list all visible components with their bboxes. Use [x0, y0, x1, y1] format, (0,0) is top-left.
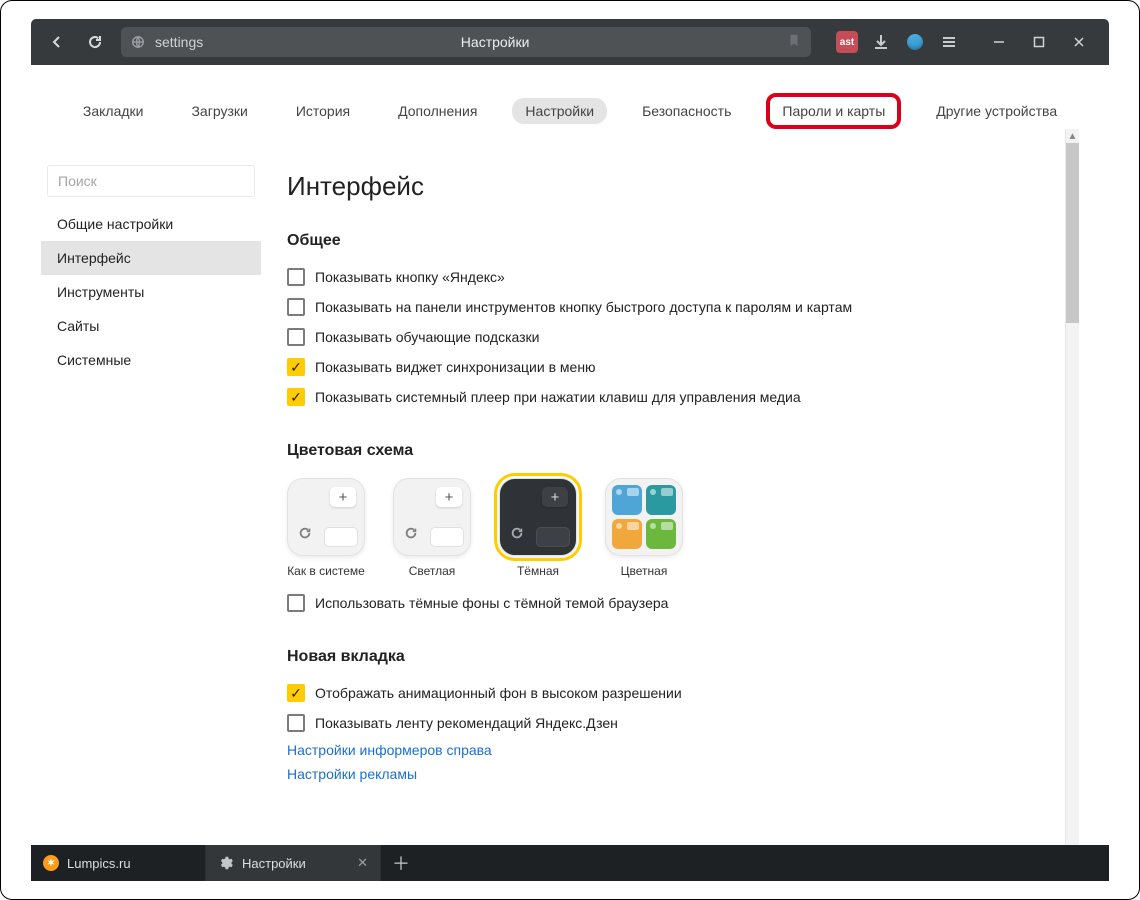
topnav-downloads[interactable]: Загрузки [178, 98, 260, 124]
sidebar-item-system[interactable]: Системные [41, 343, 261, 377]
plus-icon: + [330, 487, 356, 507]
color-grid [606, 479, 682, 555]
sidebar-item-interface[interactable]: Интерфейс [41, 241, 261, 275]
tab-label: Lumpics.ru [67, 856, 131, 871]
sidebar-item-tools[interactable]: Инструменты [41, 275, 261, 309]
tab-bar: ✶ Lumpics.ru Настройки ✕ ＋ [31, 845, 1109, 881]
reload-icon [404, 526, 418, 545]
menu-button[interactable] [935, 28, 963, 56]
url-title-text: Настройки [213, 34, 777, 50]
checkbox-icon: ✓ [287, 358, 305, 376]
theme-preview: + [287, 478, 365, 556]
checkbox-general-2[interactable]: Показывать обучающие подсказки [287, 322, 1083, 352]
panel-title: Интерфейс [287, 171, 1083, 202]
checkbox-dark-backgrounds[interactable]: Использовать тёмные фоны с тёмной темой … [287, 588, 1083, 618]
topnav-addons[interactable]: Дополнения [385, 98, 490, 124]
scrollbar-thumb[interactable] [1066, 143, 1079, 323]
tab-favicon-gear-icon [218, 855, 234, 871]
new-tab-button[interactable]: ＋ [381, 845, 421, 881]
tab-label: Настройки [242, 856, 306, 871]
tab-shape [430, 527, 464, 547]
checkbox-icon [287, 268, 305, 286]
checkbox-label: Показывать ленту рекомендаций Яндекс.Дзе… [315, 715, 618, 731]
extension-lastfm-icon[interactable]: ast [833, 28, 861, 56]
checkbox-icon [287, 714, 305, 732]
checkbox-label: Показывать кнопку «Яндекс» [315, 269, 505, 285]
topnav-other-devices[interactable]: Другие устройства [923, 98, 1070, 124]
address-bar[interactable]: settings Настройки [121, 27, 811, 57]
nav-back-button[interactable] [41, 26, 73, 58]
checkbox-icon [287, 594, 305, 612]
titlebar: settings Настройки ast [31, 19, 1109, 65]
topnav-settings[interactable]: Настройки [512, 98, 607, 124]
checkbox-label: Использовать тёмные фоны с тёмной темой … [315, 595, 668, 611]
main-panel: Интерфейс Общее Показывать кнопку «Яндек… [271, 155, 1099, 899]
theme-card-2[interactable]: + Тёмная [499, 478, 577, 578]
tab-lumpics[interactable]: ✶ Lumpics.ru [31, 845, 206, 881]
section-heading-theme: Цветовая схема [287, 442, 1083, 460]
search-placeholder-text: Поиск [58, 173, 97, 189]
search-input[interactable]: Поиск [47, 165, 255, 197]
bookmark-icon[interactable] [787, 33, 801, 52]
topnav-history[interactable]: История [283, 98, 363, 124]
theme-label: Как в системе [287, 564, 365, 578]
scrollbar-arrow-up-icon[interactable]: ▲ [1066, 129, 1079, 143]
checkbox-label: Показывать виджет синхронизации в меню [315, 359, 596, 375]
checkbox-general-3[interactable]: ✓ Показывать виджет синхронизации в меню [287, 352, 1083, 382]
tab-shape [536, 527, 570, 547]
theme-label: Светлая [409, 564, 456, 578]
downloads-icon[interactable] [867, 28, 895, 56]
settings-sidebar: Поиск Общие настройки Интерфейс Инструме… [41, 155, 261, 899]
checkbox-general-4[interactable]: ✓ Показывать системный плеер при нажатии … [287, 382, 1083, 412]
sidebar-item-sites[interactable]: Сайты [41, 309, 261, 343]
theme-preview [605, 478, 683, 556]
site-identity-icon [131, 35, 145, 49]
checkbox-icon [287, 328, 305, 346]
checkbox-label: Показывать на панели инструментов кнопку… [315, 299, 852, 315]
checkbox-icon [287, 298, 305, 316]
theme-card-1[interactable]: + Светлая [393, 478, 471, 578]
checkbox-general-1[interactable]: Показывать на панели инструментов кнопку… [287, 292, 1083, 322]
theme-preview: + [393, 478, 471, 556]
window-minimize-button[interactable] [979, 26, 1019, 58]
plus-icon: + [436, 487, 462, 507]
theme-card-0[interactable]: + Как в системе [287, 478, 365, 578]
checkbox-icon: ✓ [287, 684, 305, 702]
checkbox-label: Отображать анимационный фон в высоком ра… [315, 685, 682, 701]
extension-globe-icon[interactable] [901, 28, 929, 56]
checkbox-newtab-0[interactable]: ✓ Отображать анимационный фон в высоком р… [287, 678, 1083, 708]
link-1[interactable]: Настройки рекламы [287, 762, 1083, 786]
checkbox-label: Показывать системный плеер при нажатии к… [315, 389, 801, 405]
section-heading-newtab: Новая вкладка [287, 648, 1083, 666]
sidebar-item-general[interactable]: Общие настройки [41, 207, 261, 241]
vertical-scrollbar[interactable]: ▲ ▼ [1065, 129, 1079, 875]
nav-reload-button[interactable] [79, 26, 111, 58]
section-heading-general: Общее [287, 232, 1083, 250]
window-maximize-button[interactable] [1019, 26, 1059, 58]
checkbox-label: Показывать обучающие подсказки [315, 329, 540, 345]
plus-icon: + [542, 487, 568, 507]
topnav-security[interactable]: Безопасность [629, 98, 744, 124]
tab-shape [324, 527, 358, 547]
theme-card-3[interactable]: Цветная [605, 478, 683, 578]
tab-favicon-lumpics-icon: ✶ [43, 855, 59, 871]
theme-preview: + [499, 478, 577, 556]
tab-settings[interactable]: Настройки ✕ [206, 845, 381, 881]
checkbox-icon: ✓ [287, 388, 305, 406]
topnav-passwords-and-cards[interactable]: Пароли и карты [766, 93, 901, 129]
theme-label: Цветная [621, 564, 668, 578]
link-0[interactable]: Настройки информеров справа [287, 738, 1083, 762]
theme-label: Тёмная [517, 564, 559, 578]
checkbox-newtab-1[interactable]: Показывать ленту рекомендаций Яндекс.Дзе… [287, 708, 1083, 738]
reload-icon [510, 526, 524, 545]
content-shell: Закладки Загрузки История Дополнения Нас… [31, 65, 1109, 899]
reload-icon [298, 526, 312, 545]
top-navigation: Закладки Загрузки История Дополнения Нас… [31, 65, 1109, 155]
url-site-text: settings [155, 34, 203, 50]
window-close-button[interactable] [1059, 26, 1099, 58]
tab-close-button[interactable]: ✕ [357, 855, 368, 871]
topnav-bookmarks[interactable]: Закладки [70, 98, 157, 124]
checkbox-general-0[interactable]: Показывать кнопку «Яндекс» [287, 262, 1083, 292]
